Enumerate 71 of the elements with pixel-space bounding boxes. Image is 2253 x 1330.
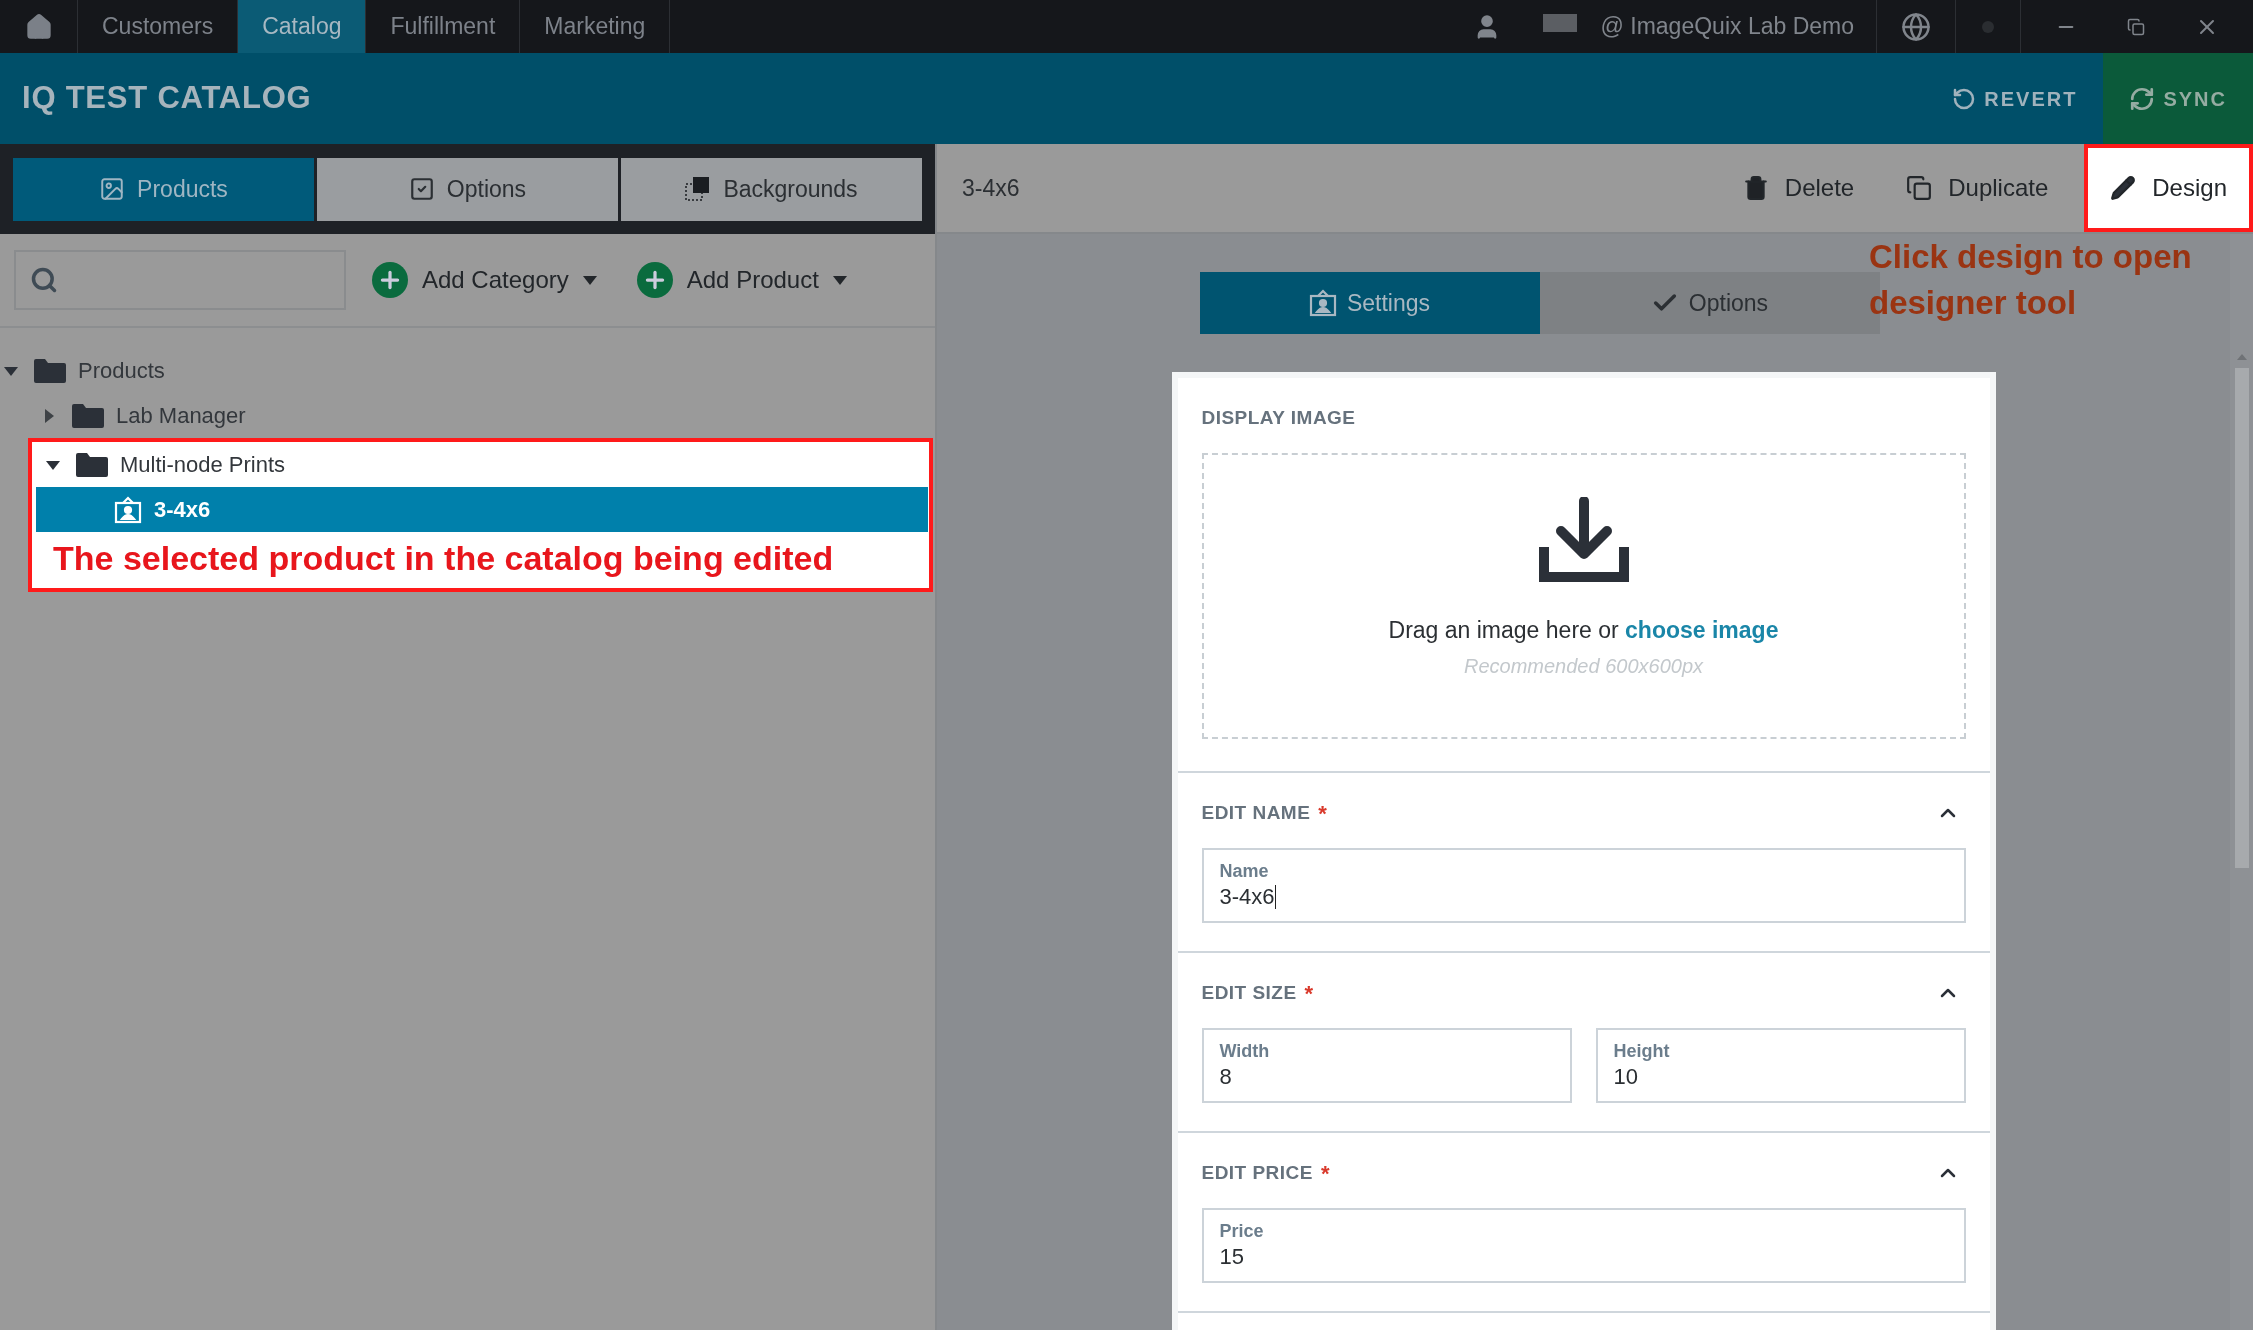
panel-tab[interactable]: Options	[317, 157, 618, 221]
sync-button[interactable]: SYNC	[2103, 53, 2253, 144]
field-value: 3-4x6	[1219, 882, 1275, 911]
panel-tab[interactable]: Backgrounds	[621, 157, 922, 221]
section-title: DISPLAY IMAGE	[1201, 406, 1357, 430]
trash-icon	[1742, 175, 1769, 201]
choose-image-link[interactable]: choose image	[1625, 616, 1779, 643]
annotation-text: The selected product in the catalog being edited	[52, 538, 835, 579]
drop-prompt: Drag an image here or choose image	[1388, 615, 1779, 645]
undo-icon	[1952, 86, 1977, 111]
search-field[interactable]	[14, 250, 346, 310]
tree-item[interactable]: 3-4x6	[36, 487, 928, 532]
portrait-icon	[114, 495, 142, 524]
text-field[interactable]: Name 3-4x6	[1201, 847, 1966, 923]
product-title: 3-4x6	[961, 173, 1021, 203]
add-button[interactable]: Add Category	[372, 262, 597, 298]
add-button[interactable]: Add Product	[636, 262, 847, 298]
field-label: Height	[1613, 1039, 1671, 1062]
account-name[interactable]: @ ImageQuix Lab Demo	[1600, 9, 1854, 44]
copy-icon	[1906, 175, 1933, 201]
text-field[interactable]: Height 10	[1595, 1027, 1966, 1103]
field-value: 10	[1613, 1062, 1638, 1091]
scrollbar[interactable]	[2230, 234, 2253, 1330]
field-label: Width	[1219, 1039, 1271, 1062]
monitor-icon[interactable]	[1542, 13, 1577, 32]
tree-label: Products	[78, 357, 165, 385]
pencil-icon	[2110, 175, 2137, 201]
sync-icon	[2129, 85, 2156, 112]
tree-label: 3-4x6	[154, 496, 211, 524]
revert-button[interactable]: REVERT	[1926, 53, 2104, 144]
globe-icon[interactable]	[1901, 11, 1931, 42]
nav-tab[interactable]: Catalog	[238, 0, 367, 53]
portrait-icon	[1308, 289, 1337, 317]
panel-tab[interactable]: Products	[13, 157, 314, 221]
search-icon	[30, 266, 58, 294]
image-icon	[99, 176, 126, 202]
delete-button[interactable]: Delete	[1716, 144, 1881, 232]
dropdown-caret-icon	[832, 275, 847, 285]
required-mark: *	[1320, 1159, 1330, 1188]
tree-item[interactable]: Multi-node Prints	[36, 442, 928, 487]
home-icon	[24, 12, 53, 41]
field-value: 15	[1219, 1242, 1244, 1271]
field-value: 8	[1219, 1062, 1232, 1091]
tree-label: Multi-node Prints	[120, 451, 286, 479]
image-drop-zone[interactable]: Drag an image here or choose image Recommended 600x600px	[1201, 452, 1966, 739]
folder-icon	[34, 358, 66, 383]
catalog-title: IQ TEST CATALOG	[21, 79, 313, 118]
tree-item[interactable]: Lab Manager	[0, 393, 933, 438]
expand-caret-icon[interactable]	[42, 408, 56, 423]
tree-label: Lab Manager	[116, 402, 246, 430]
dropdown-caret-icon	[582, 275, 597, 285]
folder-icon	[72, 403, 104, 428]
design-button[interactable]: Design	[2084, 144, 2253, 232]
download-icon	[1538, 496, 1629, 583]
checkbox-icon	[408, 176, 435, 202]
restore-icon[interactable]	[2127, 17, 2145, 36]
text-field[interactable]: Width 8	[1201, 1027, 1572, 1103]
field-label: Price	[1219, 1219, 1265, 1242]
editor-tab[interactable]: Settings	[1199, 272, 1540, 334]
folder-icon	[76, 452, 108, 477]
required-mark: *	[1304, 979, 1314, 1008]
field-label: Name	[1219, 859, 1270, 882]
layers-icon	[685, 176, 712, 202]
section-title: EDIT PRICE	[1201, 1160, 1313, 1185]
required-mark: *	[1318, 799, 1327, 828]
text-field[interactable]: Price 15	[1201, 1207, 1966, 1283]
section-title: EDIT SIZE	[1201, 980, 1297, 1005]
tree-item[interactable]: Products	[0, 348, 933, 393]
size-hint: Recommended 600x600px	[1463, 654, 1703, 679]
duplicate-button[interactable]: Duplicate	[1880, 144, 2075, 232]
section-title: EDIT NAME	[1201, 800, 1311, 825]
